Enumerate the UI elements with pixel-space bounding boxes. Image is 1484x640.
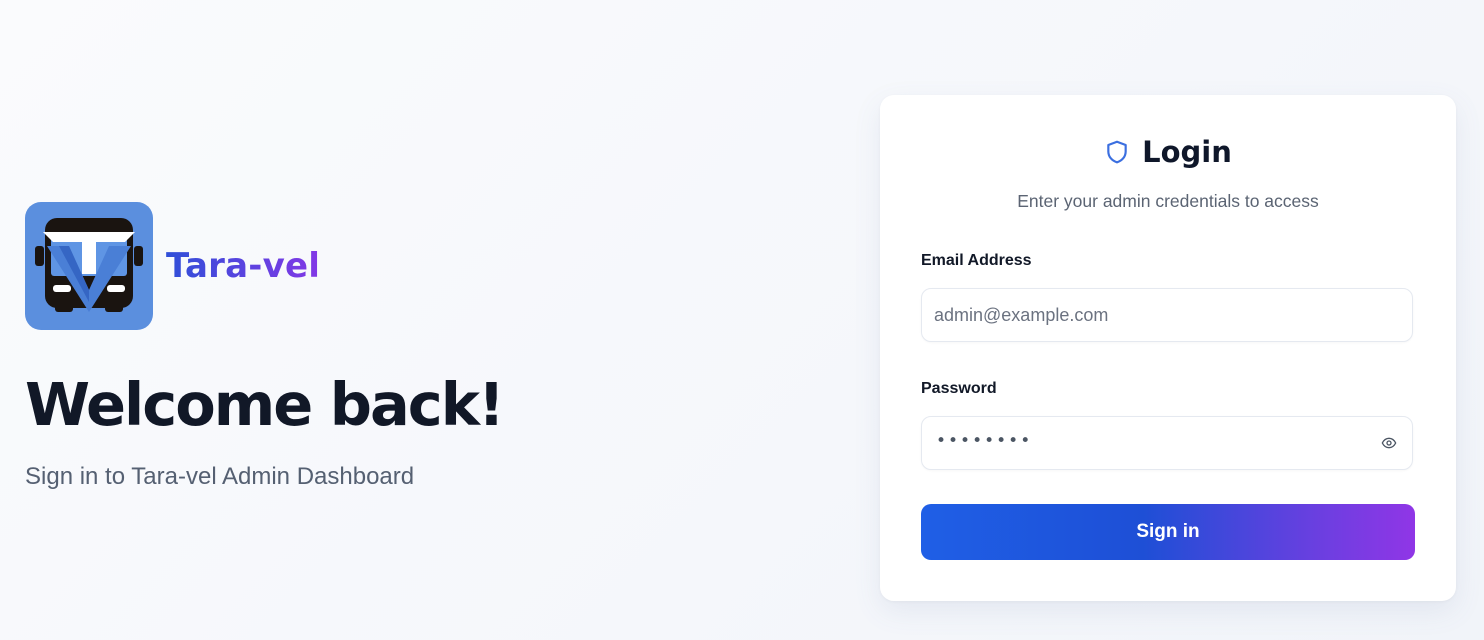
password-field[interactable]: ••••••••	[921, 416, 1413, 470]
email-label: Email Address	[921, 252, 1032, 269]
sign-in-button[interactable]: Sign in	[921, 504, 1415, 560]
bus-logo-icon	[25, 202, 153, 330]
welcome-heading: Welcome back!	[25, 370, 505, 439]
eye-icon[interactable]	[1381, 435, 1397, 451]
shield-icon	[1107, 140, 1127, 164]
password-label: Password	[921, 380, 997, 397]
login-page: Tara-vel Welcome back! Sign in to Tara-v…	[0, 0, 1484, 640]
brand-name: Tara-vel	[166, 246, 321, 286]
email-field[interactable]	[922, 289, 1354, 341]
login-title: Login	[1142, 135, 1232, 169]
password-masked-value: ••••••••	[936, 431, 1033, 451]
login-header: Login	[880, 135, 1456, 169]
welcome-subtitle: Sign in to Tara-vel Admin Dashboard	[25, 463, 415, 490]
login-card: Login Enter your admin credentials to ac…	[880, 95, 1456, 601]
email-field-box	[921, 288, 1413, 342]
brand-header: Tara-vel	[25, 202, 320, 330]
login-subtitle: Enter your admin credentials to access	[1017, 191, 1319, 211]
